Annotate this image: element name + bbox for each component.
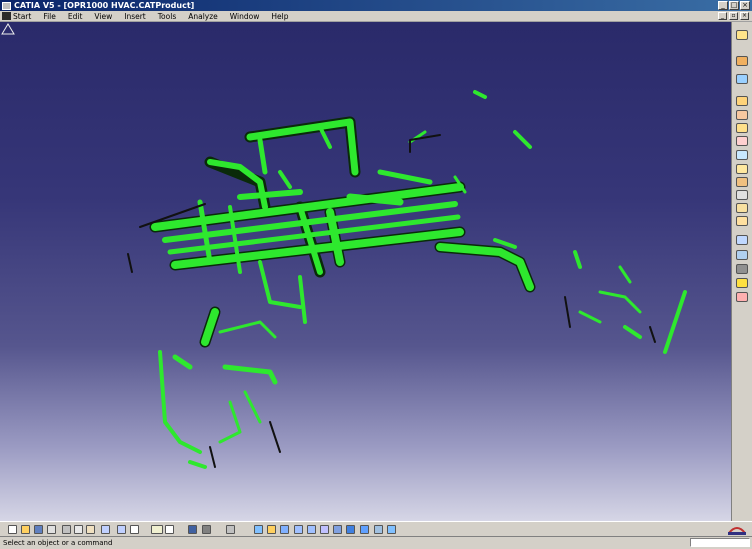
replace-icon[interactable]: [736, 136, 748, 146]
undo-icon[interactable]: [101, 525, 110, 534]
clash-icon[interactable]: [736, 190, 748, 200]
copy-icon[interactable]: [74, 525, 83, 534]
pan-icon[interactable]: [267, 525, 276, 534]
catalog-icon[interactable]: [188, 525, 197, 534]
3d-viewport[interactable]: [0, 22, 731, 521]
zoom-out-icon[interactable]: [307, 525, 316, 534]
light-icon[interactable]: [736, 278, 748, 288]
measure-icon[interactable]: [202, 525, 211, 534]
select-icon[interactable]: [736, 30, 748, 40]
redo-icon[interactable]: [117, 525, 126, 534]
status-bar: Select an object or a command: [0, 536, 752, 549]
whats-this-icon[interactable]: [130, 525, 139, 534]
document-window-controls: _ ▫ ×: [718, 12, 749, 20]
constraint-icon[interactable]: [736, 216, 748, 226]
comment-icon[interactable]: [165, 525, 174, 534]
menu-tools[interactable]: Tools: [158, 12, 176, 21]
menu-bar: Start File Edit View Insert Tools Analyz…: [0, 11, 752, 22]
new-icon[interactable]: [8, 525, 17, 534]
catia-app-icon: [2, 1, 11, 10]
maximize-button[interactable]: □: [729, 1, 739, 10]
explode-icon[interactable]: [736, 264, 748, 274]
views-icon[interactable]: [346, 525, 355, 534]
window-title: CATIA V5 - [OPR1000 HVAC.CATProduct]: [14, 1, 195, 10]
menu-analyze[interactable]: Analyze: [188, 12, 218, 21]
cut-icon[interactable]: [62, 525, 71, 534]
bill-of-material-icon[interactable]: [736, 177, 748, 187]
menu-view[interactable]: View: [94, 12, 112, 21]
component-icon[interactable]: [736, 96, 748, 106]
paste-icon[interactable]: [86, 525, 95, 534]
menu-start[interactable]: Start: [2, 12, 43, 21]
snap-icon[interactable]: [736, 250, 748, 260]
zoom-in-icon[interactable]: [294, 525, 303, 534]
fly-icon[interactable]: [736, 56, 748, 66]
renumber-icon[interactable]: [736, 164, 748, 174]
rotate-icon[interactable]: [280, 525, 289, 534]
menu-window[interactable]: Window: [230, 12, 260, 21]
insert-component-icon[interactable]: [736, 123, 748, 133]
start-icon: [2, 12, 11, 20]
menu-help[interactable]: Help: [271, 12, 288, 21]
print-icon[interactable]: [47, 525, 56, 534]
render-style-icon[interactable]: [360, 525, 369, 534]
menu-insert[interactable]: Insert: [124, 12, 146, 21]
doc-minimize-button[interactable]: _: [718, 12, 727, 20]
manipulate-icon[interactable]: [736, 235, 748, 245]
menu-edit[interactable]: Edit: [68, 12, 83, 21]
close-button[interactable]: ×: [740, 1, 750, 10]
compare-icon[interactable]: [736, 203, 748, 213]
status-message: Select an object or a command: [3, 539, 113, 547]
compass-icon[interactable]: [0, 22, 16, 36]
menu-file[interactable]: File: [43, 12, 56, 21]
fit-all-icon[interactable]: [254, 525, 263, 534]
part-icon[interactable]: [736, 110, 748, 120]
title-bar: CATIA V5 - [OPR1000 HVAC.CATProduct] _ □…: [0, 0, 752, 11]
catia-logo: [728, 527, 746, 535]
fly-mode-icon[interactable]: [226, 525, 235, 534]
graph-icon[interactable]: [736, 150, 748, 160]
hide-show-icon[interactable]: [374, 525, 383, 534]
delete-icon[interactable]: [736, 292, 748, 302]
open-icon[interactable]: [21, 525, 30, 534]
hvac-ducting-model[interactable]: [0, 22, 731, 521]
product-icon[interactable]: [736, 74, 748, 84]
minimize-button[interactable]: _: [718, 1, 728, 10]
bottom-toolbar: [0, 521, 752, 536]
window-controls: _ □ ×: [718, 1, 750, 10]
doc-close-button[interactable]: ×: [740, 12, 749, 20]
iso-view-icon[interactable]: [333, 525, 342, 534]
command-input[interactable]: [690, 538, 750, 547]
save-icon[interactable]: [34, 525, 43, 534]
menu-start-label: Start: [13, 11, 32, 21]
normal-view-icon[interactable]: [320, 525, 329, 534]
right-toolbar: [731, 22, 752, 521]
formula-icon[interactable]: [151, 525, 163, 534]
doc-restore-button[interactable]: ▫: [729, 12, 738, 20]
swap-space-icon[interactable]: [387, 525, 396, 534]
